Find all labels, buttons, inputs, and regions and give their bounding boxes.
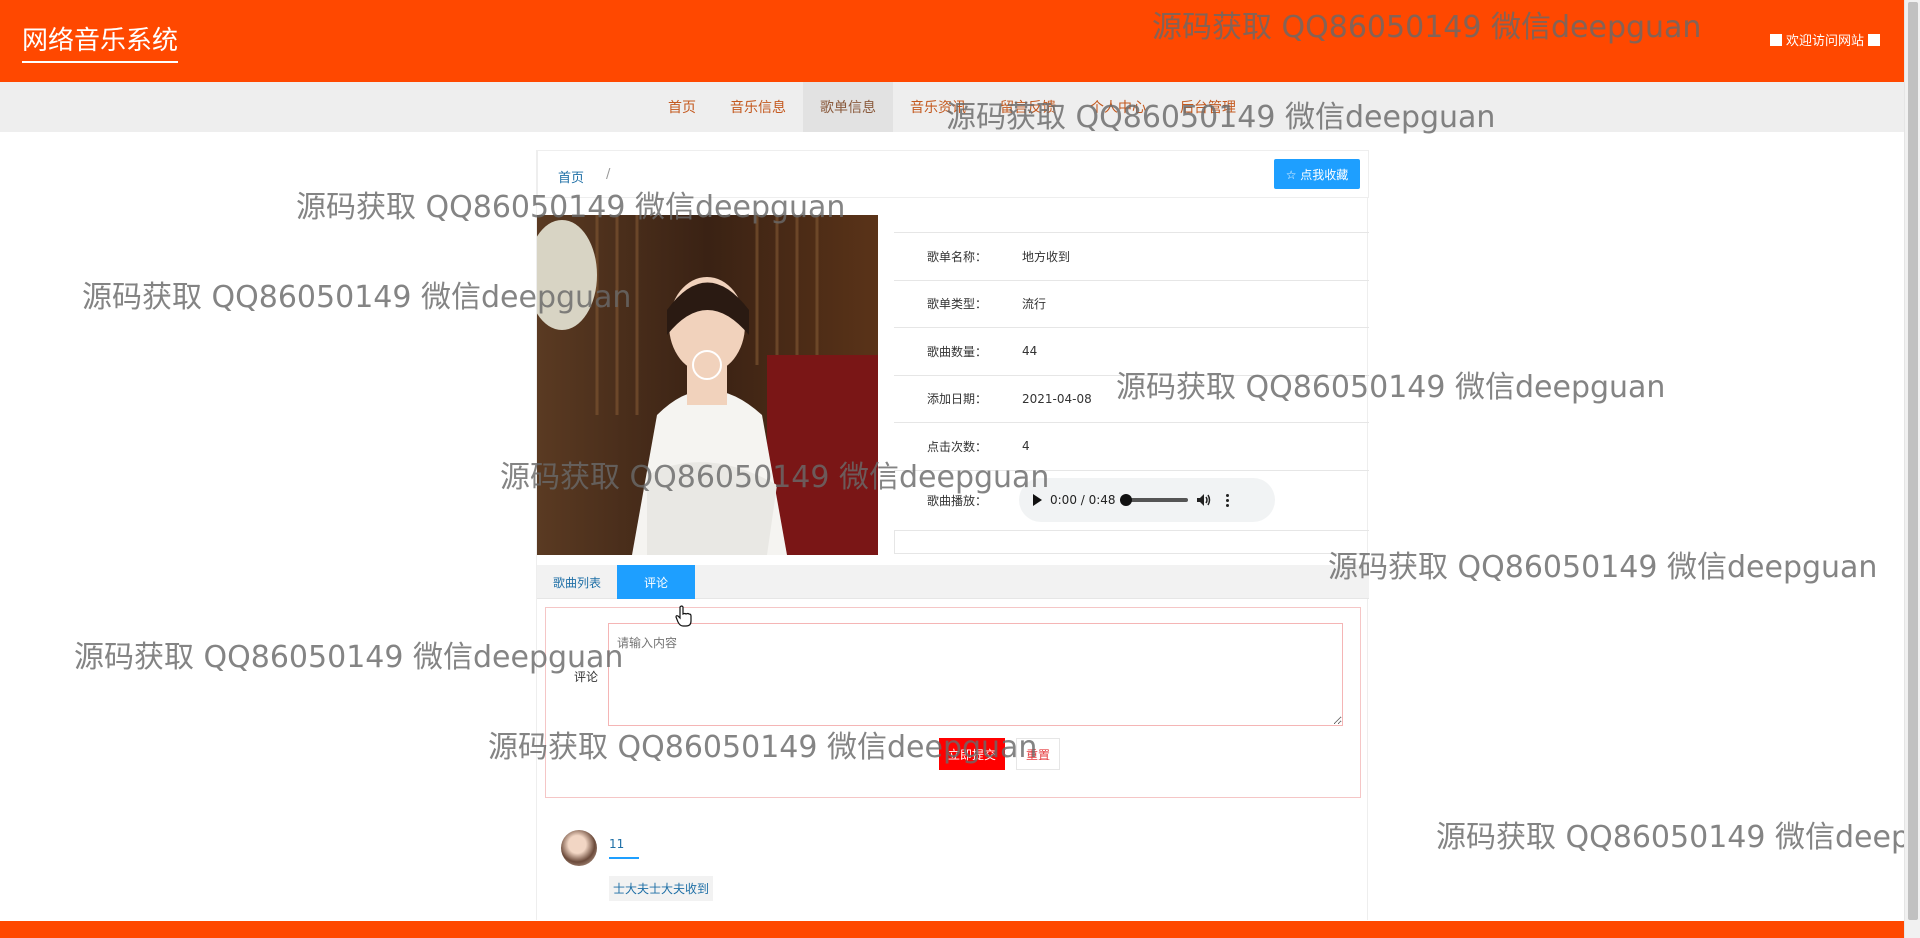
info-row-count: 歌曲数量： 44 — [894, 327, 1369, 375]
info-row-type: 歌单类型： 流行 — [894, 279, 1369, 328]
play-icon[interactable] — [1033, 494, 1042, 506]
playlist-detail: 首页 / ☆ 点我收藏 歌单名称： 地方收到 歌单类型： 流行 歌曲数量： 44… — [536, 150, 1369, 920]
info-row-name: 歌单名称： 地方收到 — [894, 232, 1369, 280]
comment-form: 评论 立即提交 重置 — [545, 607, 1361, 798]
submit-button[interactable]: 立即提交 — [939, 738, 1005, 770]
tab-comments[interactable]: 评论 — [617, 565, 696, 599]
footer-bar — [0, 921, 1904, 938]
info-row-date: 添加日期： 2021-04-08 — [894, 374, 1369, 423]
audio-progress-slider[interactable] — [1119, 494, 1188, 506]
volume-icon[interactable] — [1196, 492, 1212, 508]
info-row-clicks: 点击次数： 4 — [894, 422, 1369, 470]
more-options-icon[interactable] — [1225, 493, 1229, 507]
comment-textarea[interactable] — [608, 623, 1343, 726]
info-value: 4 — [1022, 439, 1030, 454]
scrollbar-thumb[interactable] — [1908, 2, 1918, 920]
info-label: 歌单类型： — [927, 297, 988, 312]
audio-player[interactable]: 0:00 / 0:48 — [1019, 478, 1275, 522]
info-label: 点击次数： — [927, 439, 988, 454]
favorite-button[interactable]: ☆ 点我收藏 — [1274, 159, 1360, 189]
welcome-text[interactable]: 欢迎访问网站 — [1786, 30, 1864, 49]
checkbox-icon[interactable] — [1769, 33, 1782, 46]
playlist-info: 歌单名称： 地方收到 歌单类型： 流行 歌曲数量： 44 添加日期： 2021-… — [894, 232, 1369, 554]
checkbox-icon[interactable] — [1868, 33, 1880, 46]
info-label: 歌曲播放： — [927, 493, 988, 508]
site-brand[interactable]: 网络音乐系统 — [22, 20, 179, 63]
scrollbar[interactable] — [1904, 0, 1920, 938]
detail-tabs: 歌曲列表 评论 — [537, 565, 1369, 599]
nav-item-profile[interactable]: 个人中心 — [1073, 82, 1163, 132]
tab-song-list[interactable]: 歌曲列表 — [537, 565, 617, 599]
header-bar: 网络音乐系统 欢迎访问网站 — [0, 0, 1904, 82]
hand-cursor-icon — [675, 605, 692, 627]
welcome-area: 欢迎访问网站 — [1769, 30, 1880, 49]
info-label: 歌单名称： — [927, 249, 988, 264]
nav-item-news[interactable]: 音乐资讯 — [893, 82, 983, 132]
nav-item-home[interactable]: 首页 — [651, 82, 713, 132]
comment-label: 评论 — [574, 670, 599, 684]
info-row-blank — [894, 529, 1369, 554]
reset-button[interactable]: 重置 — [1016, 738, 1060, 770]
cover-photo — [537, 215, 878, 555]
info-value: 44 — [1022, 344, 1038, 359]
info-value: 2021-04-08 — [1022, 391, 1092, 406]
nav-item-feedback[interactable]: 留言反馈 — [983, 82, 1073, 132]
info-value: 地方收到 — [1022, 249, 1071, 264]
info-value: 流行 — [1022, 297, 1047, 312]
playlist-cover-image — [537, 215, 878, 555]
breadcrumb-home[interactable]: 首页 — [558, 167, 584, 186]
audio-time: 0:00 / 0:48 — [1050, 493, 1116, 507]
avatar — [561, 830, 597, 866]
info-row-player: 歌曲播放： 0:00 / 0:48 — [894, 469, 1369, 530]
nav-item-music[interactable]: 音乐信息 — [713, 82, 803, 132]
breadcrumb-separator: / — [606, 167, 611, 182]
comment-user: 11 — [609, 837, 639, 859]
main-nav: 首页 音乐信息 歌单信息 音乐资讯 留言反馈 个人中心 后台管理 — [0, 82, 1904, 132]
watermark: 源码获取 QQ86050149 微信deepguan — [1328, 550, 1878, 585]
watermark: 源码获取 QQ86050149 微信deepguan — [1436, 820, 1904, 855]
comment-text: 士大夫士大夫收到 — [609, 876, 714, 901]
nav-item-admin[interactable]: 后台管理 — [1163, 82, 1253, 132]
nav-item-playlist[interactable]: 歌单信息 — [803, 82, 893, 132]
slider-knob[interactable] — [1119, 494, 1132, 506]
info-label: 添加日期： — [927, 392, 988, 407]
info-label: 歌曲数量： — [927, 344, 988, 359]
breadcrumb: 首页 / ☆ 点我收藏 — [537, 150, 1369, 198]
